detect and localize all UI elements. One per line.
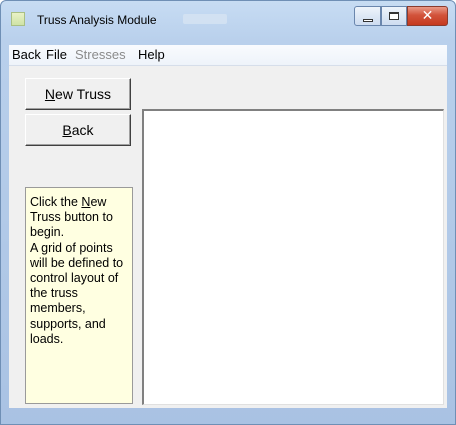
help-body: A grid of points will be defined to cont… xyxy=(30,240,124,346)
menu-bar: Back File Stresses Help xyxy=(9,45,447,66)
maximize-icon xyxy=(389,12,399,20)
back-label: ack xyxy=(71,122,94,138)
help-panel: Click the New Truss button to begin. A g… xyxy=(25,187,133,404)
menu-help[interactable]: Help xyxy=(138,47,165,62)
window-title: Truss Analysis Module xyxy=(37,13,157,27)
help-line1-prefix: Click the xyxy=(30,195,82,209)
back-button[interactable]: Back xyxy=(25,114,131,146)
menu-stresses[interactable]: Stresses xyxy=(75,47,126,62)
new-truss-accel: N xyxy=(44,86,56,102)
app-window: Truss Analysis Module ✕ Back File Stress… xyxy=(0,0,456,425)
new-truss-label: ew Truss xyxy=(55,86,112,102)
new-truss-button[interactable]: New Truss xyxy=(25,78,131,110)
app-icon xyxy=(11,12,25,26)
truss-canvas[interactable] xyxy=(142,109,444,405)
menu-file[interactable]: File xyxy=(46,47,67,62)
back-accel: B xyxy=(62,122,72,138)
title-bar[interactable]: Truss Analysis Module ✕ xyxy=(1,1,455,39)
minimize-button[interactable] xyxy=(354,6,381,26)
help-line2: Truss button to begin. xyxy=(30,210,113,240)
help-line1-rest: ew xyxy=(90,195,107,209)
client-area: New Truss Back Click the New Truss butto… xyxy=(9,66,447,408)
close-icon: ✕ xyxy=(421,8,434,24)
menu-back[interactable]: Back xyxy=(12,47,41,62)
close-button[interactable]: ✕ xyxy=(407,6,448,26)
minimize-icon xyxy=(362,18,373,22)
title-blur xyxy=(183,14,227,24)
maximize-button[interactable] xyxy=(381,6,407,26)
